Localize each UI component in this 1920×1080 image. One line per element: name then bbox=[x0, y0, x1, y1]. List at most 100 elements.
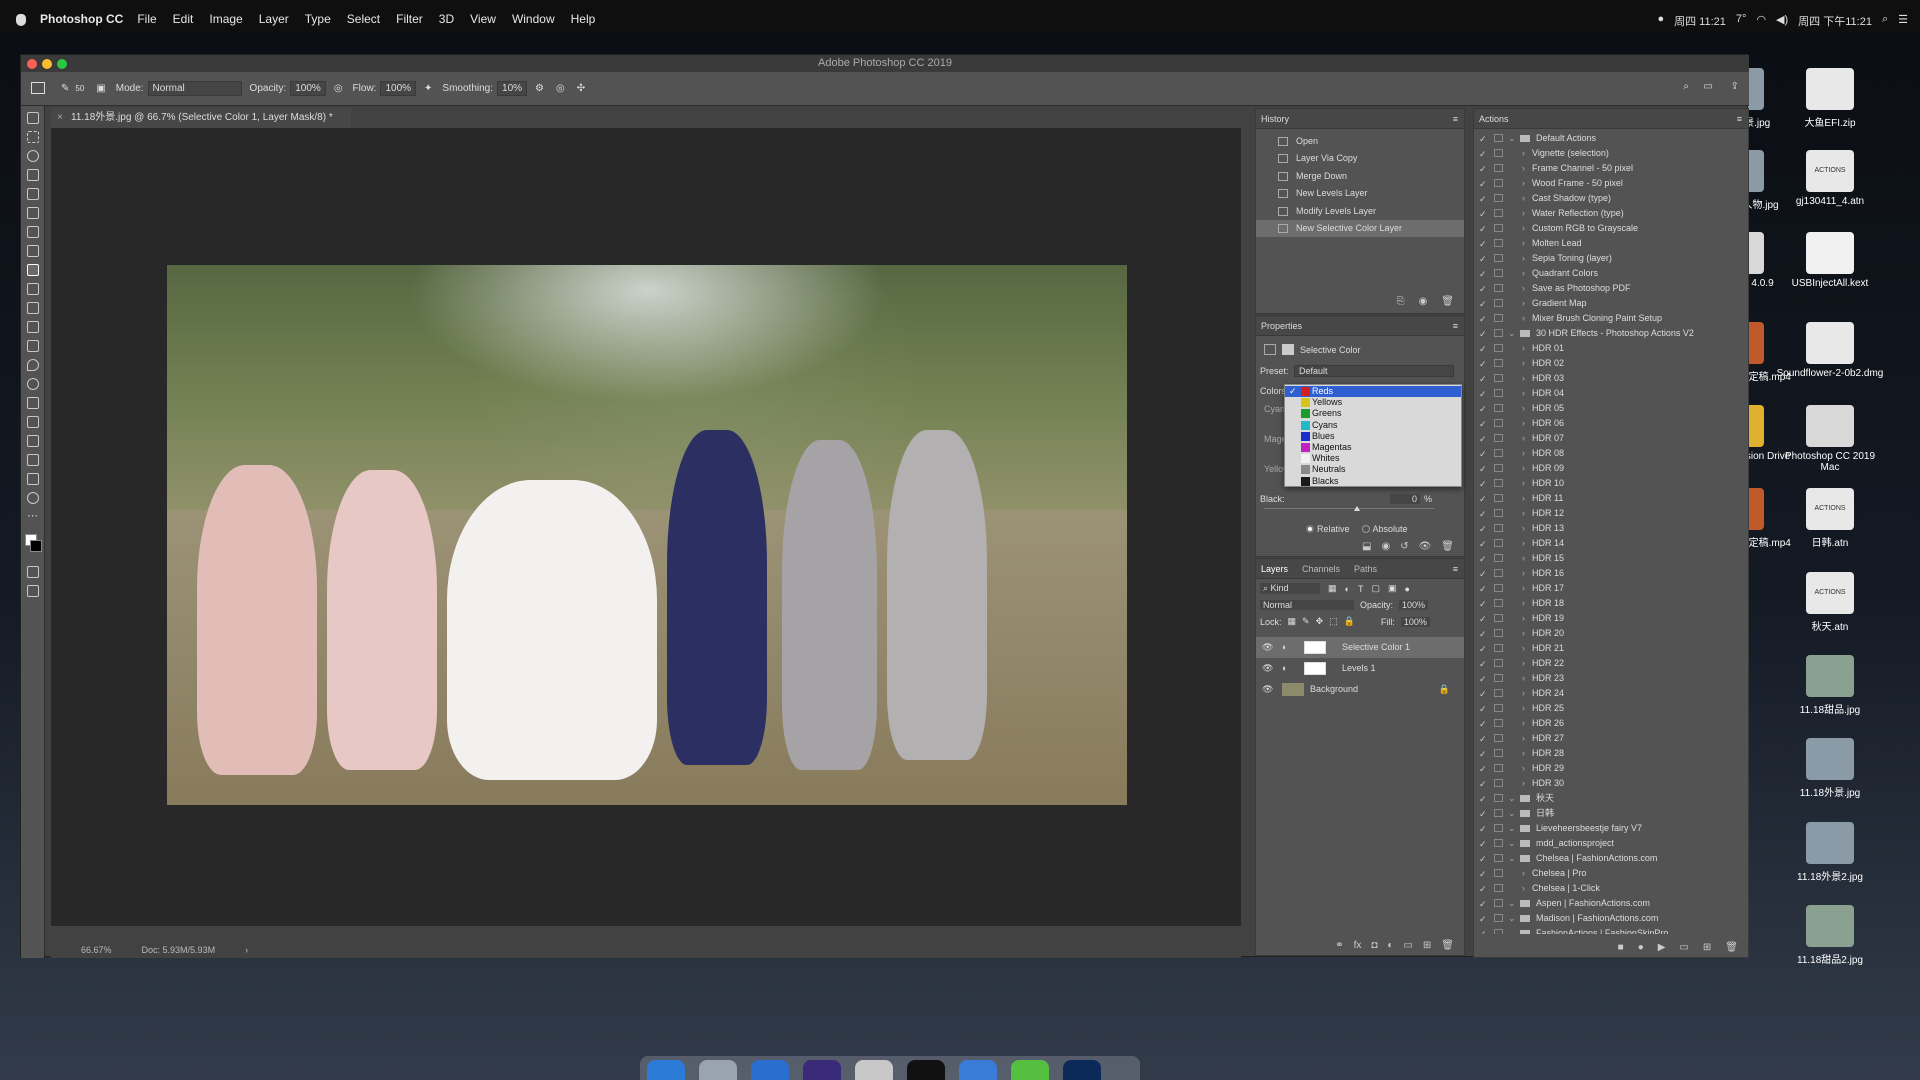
check-icon[interactable]: ✓ bbox=[1479, 177, 1487, 192]
dialog-toggle-icon[interactable] bbox=[1494, 779, 1503, 787]
colors-option-greens[interactable]: Greens bbox=[1285, 408, 1461, 419]
link-layers-icon[interactable]: ⚭ bbox=[1335, 940, 1343, 951]
check-icon[interactable]: ✓ bbox=[1479, 192, 1487, 207]
action-row[interactable]: ✓ › HDR 20 bbox=[1474, 626, 1748, 641]
blend-mode-select[interactable]: Normal bbox=[1260, 600, 1354, 610]
zoom-tool-icon[interactable] bbox=[26, 492, 39, 504]
trash-icon[interactable]: 🗑 bbox=[1441, 541, 1454, 552]
dialog-toggle-icon[interactable] bbox=[1494, 314, 1503, 322]
dialog-toggle-icon[interactable] bbox=[1494, 404, 1503, 412]
history-item[interactable]: Merge Down bbox=[1256, 168, 1464, 185]
history-item[interactable]: Open bbox=[1256, 133, 1464, 150]
action-set-row[interactable]: ✓ ⌄ Chelsea | FashionActions.com bbox=[1474, 851, 1748, 866]
action-row[interactable]: ✓ › HDR 01 bbox=[1474, 341, 1748, 356]
action-row[interactable]: ✓ › HDR 05 bbox=[1474, 401, 1748, 416]
menu-view[interactable]: View bbox=[470, 12, 496, 26]
chevron-right-icon[interactable]: › bbox=[1522, 146, 1525, 161]
layer-row-selected[interactable]: 👁 ◐ Selective Color 1 bbox=[1256, 637, 1464, 658]
chevron-right-icon[interactable]: › bbox=[1522, 641, 1525, 656]
dialog-toggle-icon[interactable] bbox=[1494, 479, 1503, 487]
chevron-right-icon[interactable]: › bbox=[1522, 296, 1525, 311]
dialog-toggle-icon[interactable] bbox=[1494, 494, 1503, 502]
preset-select[interactable]: Default bbox=[1294, 365, 1454, 377]
chevron-right-icon[interactable]: › bbox=[1522, 206, 1525, 221]
move-tool-icon[interactable] bbox=[26, 112, 39, 124]
screen-mode-icon[interactable] bbox=[26, 585, 39, 597]
chevron-right-icon[interactable]: › bbox=[1522, 701, 1525, 716]
filter-pixel-icon[interactable]: ▦ bbox=[1328, 583, 1337, 594]
filter-kind-select[interactable]: ⌕ Kind bbox=[1260, 583, 1320, 594]
chevron-right-icon[interactable]: › bbox=[1522, 386, 1525, 401]
desktop-file-icon[interactable]: 大鱼EFI.zip bbox=[1775, 68, 1885, 129]
chevron-right-icon[interactable]: › bbox=[1522, 356, 1525, 371]
check-icon[interactable]: ✓ bbox=[1479, 342, 1487, 357]
chevron-right-icon[interactable]: › bbox=[1522, 746, 1525, 761]
check-icon[interactable]: ✓ bbox=[1479, 717, 1487, 732]
check-icon[interactable]: ✓ bbox=[1479, 207, 1487, 222]
chevron-right-icon[interactable]: › bbox=[1522, 566, 1525, 581]
settings-gear-icon[interactable]: ⚙ bbox=[535, 83, 544, 94]
history-item[interactable]: Modify Levels Layer bbox=[1256, 203, 1464, 220]
check-icon[interactable]: ✓ bbox=[1479, 597, 1487, 612]
dialog-toggle-icon[interactable] bbox=[1494, 164, 1503, 172]
action-set-row[interactable]: ✓ ⌄ Lieveheersbeestje fairy V7 bbox=[1474, 821, 1748, 836]
dock-app-icon[interactable] bbox=[751, 1060, 789, 1080]
layers-tab[interactable]: Layers bbox=[1261, 559, 1288, 579]
check-icon[interactable]: ✓ bbox=[1479, 642, 1487, 657]
apple-icon[interactable] bbox=[16, 14, 26, 26]
action-set-row[interactable]: ✓ ⌄ 30 HDR Effects - Photoshop Actions V2 bbox=[1474, 326, 1748, 341]
menu-help[interactable]: Help bbox=[571, 12, 596, 26]
dodge-tool-icon[interactable] bbox=[26, 378, 39, 390]
weather-status[interactable]: 7° bbox=[1736, 13, 1747, 29]
action-row[interactable]: ✓ › HDR 24 bbox=[1474, 686, 1748, 701]
chevron-right-icon[interactable]: › bbox=[1522, 461, 1525, 476]
expand-icon[interactable]: ⌄ bbox=[1508, 791, 1516, 806]
dialog-toggle-icon[interactable] bbox=[1494, 569, 1503, 577]
lock-position-icon[interactable]: ✥ bbox=[1316, 616, 1324, 627]
action-row[interactable]: ✓ › HDR 13 bbox=[1474, 521, 1748, 536]
brush-tool-icon[interactable] bbox=[26, 264, 39, 276]
canvas-area[interactable] bbox=[51, 128, 1241, 926]
check-icon[interactable]: ✓ bbox=[1479, 237, 1487, 252]
dialog-toggle-icon[interactable] bbox=[1494, 464, 1503, 472]
eye-icon[interactable]: 👁 bbox=[1262, 679, 1273, 700]
action-row[interactable]: ✓ › HDR 10 bbox=[1474, 476, 1748, 491]
check-icon[interactable]: ✓ bbox=[1479, 507, 1487, 522]
document-image[interactable] bbox=[167, 265, 1127, 805]
chevron-right-icon[interactable]: › bbox=[1522, 311, 1525, 326]
chevron-right-icon[interactable]: › bbox=[1522, 866, 1525, 881]
dock-app-icon[interactable] bbox=[855, 1060, 893, 1080]
dialog-toggle-icon[interactable] bbox=[1494, 704, 1503, 712]
colors-option-cyans[interactable]: Cyans bbox=[1285, 420, 1461, 431]
colors-option-magentas[interactable]: Magentas bbox=[1285, 442, 1461, 453]
action-row[interactable]: ✓ › Mixer Brush Cloning Paint Setup bbox=[1474, 311, 1748, 326]
action-row[interactable]: ✓ › HDR 08 bbox=[1474, 446, 1748, 461]
channels-tab[interactable]: Channels bbox=[1302, 559, 1340, 579]
action-set-row[interactable]: ✓ ⌄ Default Actions bbox=[1474, 131, 1748, 146]
wechat-icon[interactable]: ● bbox=[1657, 13, 1664, 29]
chevron-right-icon[interactable]: › bbox=[1522, 731, 1525, 746]
history-tab[interactable]: History bbox=[1261, 114, 1289, 124]
new-action-icon[interactable]: ⊞ bbox=[1703, 942, 1711, 953]
check-icon[interactable]: ✓ bbox=[1479, 582, 1487, 597]
dialog-toggle-icon[interactable] bbox=[1494, 674, 1503, 682]
dialog-toggle-icon[interactable] bbox=[1494, 629, 1503, 637]
expand-icon[interactable]: ⌄ bbox=[1508, 806, 1516, 821]
check-icon[interactable]: ✓ bbox=[1479, 402, 1487, 417]
dialog-toggle-icon[interactable] bbox=[1494, 839, 1503, 847]
airbrush-icon[interactable]: ✦ bbox=[424, 83, 432, 94]
check-icon[interactable]: ✓ bbox=[1479, 327, 1487, 342]
eyedropper-tool-icon[interactable] bbox=[26, 226, 39, 238]
chevron-right-icon[interactable]: › bbox=[1522, 371, 1525, 386]
check-icon[interactable]: ✓ bbox=[1479, 462, 1487, 477]
action-set-row[interactable]: ✓ ⌄ Madison | FashionActions.com bbox=[1474, 911, 1748, 926]
check-icon[interactable]: ✓ bbox=[1479, 702, 1487, 717]
camera-snapshot-icon[interactable]: ◉ bbox=[1419, 296, 1428, 307]
menu-file[interactable]: File bbox=[137, 12, 156, 26]
opacity-input[interactable]: 100% bbox=[290, 81, 326, 96]
colors-option-blacks[interactable]: Blacks bbox=[1285, 476, 1461, 487]
layer-thumbnail[interactable] bbox=[1282, 683, 1304, 696]
history-item-selected[interactable]: New Selective Color Layer bbox=[1256, 219, 1464, 238]
healing-brush-tool-icon[interactable] bbox=[26, 245, 39, 257]
menu-filter[interactable]: Filter bbox=[396, 12, 423, 26]
